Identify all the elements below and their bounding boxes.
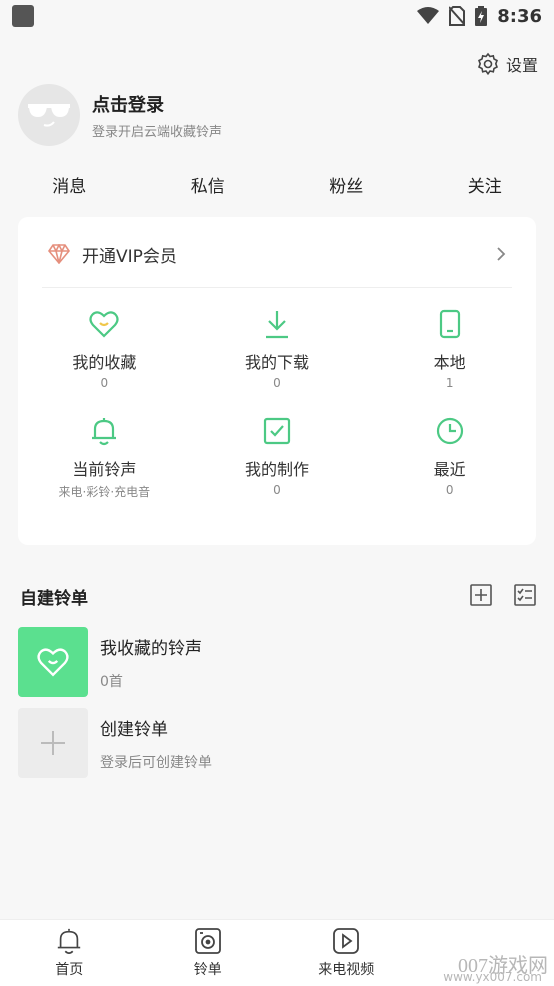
playlist-item-favorites[interactable]: 我收藏的铃声 0首 [18,627,202,697]
nav-label: 首页 [55,962,84,978]
nav-label: 铃单 [193,962,222,978]
bell-icon [58,928,81,954]
section-actions [470,584,536,606]
manage-list-icon[interactable] [514,584,536,606]
grid-label: 我的下载 [244,353,309,372]
section-title: 自建铃单 [20,589,88,609]
notification-icon [12,5,34,27]
settings-label: 设置 [505,56,538,75]
private-messages-link[interactable]: 私信 [139,168,278,201]
plus-icon [41,731,65,755]
features-card: 开通VIP会员 我的收藏 0 我的下载 0 本地 1 当前铃声 来电·彩铃·充电… [18,217,536,545]
vip-label: 开通VIP会员 [82,246,177,267]
current-ringtone-item[interactable]: 当前铃声 来电·彩铃·充电音 [18,414,191,500]
feature-grid: 我的收藏 0 我的下载 0 本地 1 当前铃声 来电·彩铃·充电音 我的制作 0… [18,307,536,500]
playlist-count: 0首 [100,673,123,690]
grid-value: 0 [273,376,281,390]
login-title[interactable]: 点击登录 [92,91,222,117]
social-row: 消息 私信 粉丝 关注 [0,168,554,201]
grid-label: 我的收藏 [72,353,137,372]
nav-label: 来电视频 [318,962,375,978]
local-item[interactable]: 本地 1 [363,307,536,390]
favorites-item[interactable]: 我的收藏 0 [18,307,191,390]
avatar[interactable] [18,84,80,146]
playlist-title: 创建铃单 [100,719,168,740]
nav-home[interactable]: 首页 [0,920,139,986]
divider [42,287,512,288]
login-subtitle: 登录开启云端收藏铃声 [92,124,223,140]
disc-icon [194,928,221,954]
add-playlist-icon[interactable] [470,584,492,606]
nav-ringlist[interactable]: 铃单 [139,920,278,986]
no-sim-icon [449,6,466,26]
battery-icon [475,6,488,26]
grid-value: 0 [445,483,454,497]
grid-label: 我的制作 [244,460,309,479]
following-link[interactable]: 关注 [416,168,554,201]
checkbox-icon [263,414,291,448]
bell-icon [90,414,118,448]
fans-link[interactable]: 粉丝 [277,168,416,201]
playlist-item-create[interactable]: 创建铃单 登录后可创建铃单 [18,708,212,778]
settings-button[interactable]: 设置 [476,52,538,76]
phone-icon [439,307,461,341]
playlist-title: 我收藏的铃声 [100,638,202,659]
grid-label: 最近 [433,460,466,479]
chevron-right-icon [496,246,506,262]
downloads-item[interactable]: 我的下载 0 [191,307,364,390]
sunglasses-face-icon [28,104,70,127]
status-icons: 8:36 [417,6,542,27]
heart-icon [89,307,119,341]
vip-row[interactable]: 开通VIP会员 [48,239,506,269]
heart-icon [37,648,69,677]
wifi-icon [417,7,440,25]
grid-label: 当前铃声 [72,460,137,479]
diamond-icon [48,244,70,264]
grid-value: 0 [273,483,281,497]
watermark-sub: www.yx007.com [443,970,542,984]
grid-value: 0 [100,376,109,390]
grid-label: 本地 [433,353,466,372]
clock-icon [435,414,465,448]
messages-link[interactable]: 消息 [0,168,139,201]
grid-value: 1 [445,376,454,390]
login-profile[interactable]: 点击登录 登录开启云端收藏铃声 [18,84,222,146]
play-icon [333,928,360,954]
playlist-thumb [18,708,88,778]
nav-video[interactable]: 来电视频 [277,920,416,986]
playlist-thumb [18,627,88,697]
playlist-subtitle: 登录后可创建铃单 [100,754,212,771]
download-icon [264,307,290,341]
status-time: 8:36 [497,5,542,27]
my-creations-item[interactable]: 我的制作 0 [191,414,364,500]
grid-value: 来电·彩铃·充电音 [58,485,151,499]
status-bar: 8:36 [0,0,554,32]
gear-icon [476,52,500,76]
recent-item[interactable]: 最近 0 [363,414,536,500]
